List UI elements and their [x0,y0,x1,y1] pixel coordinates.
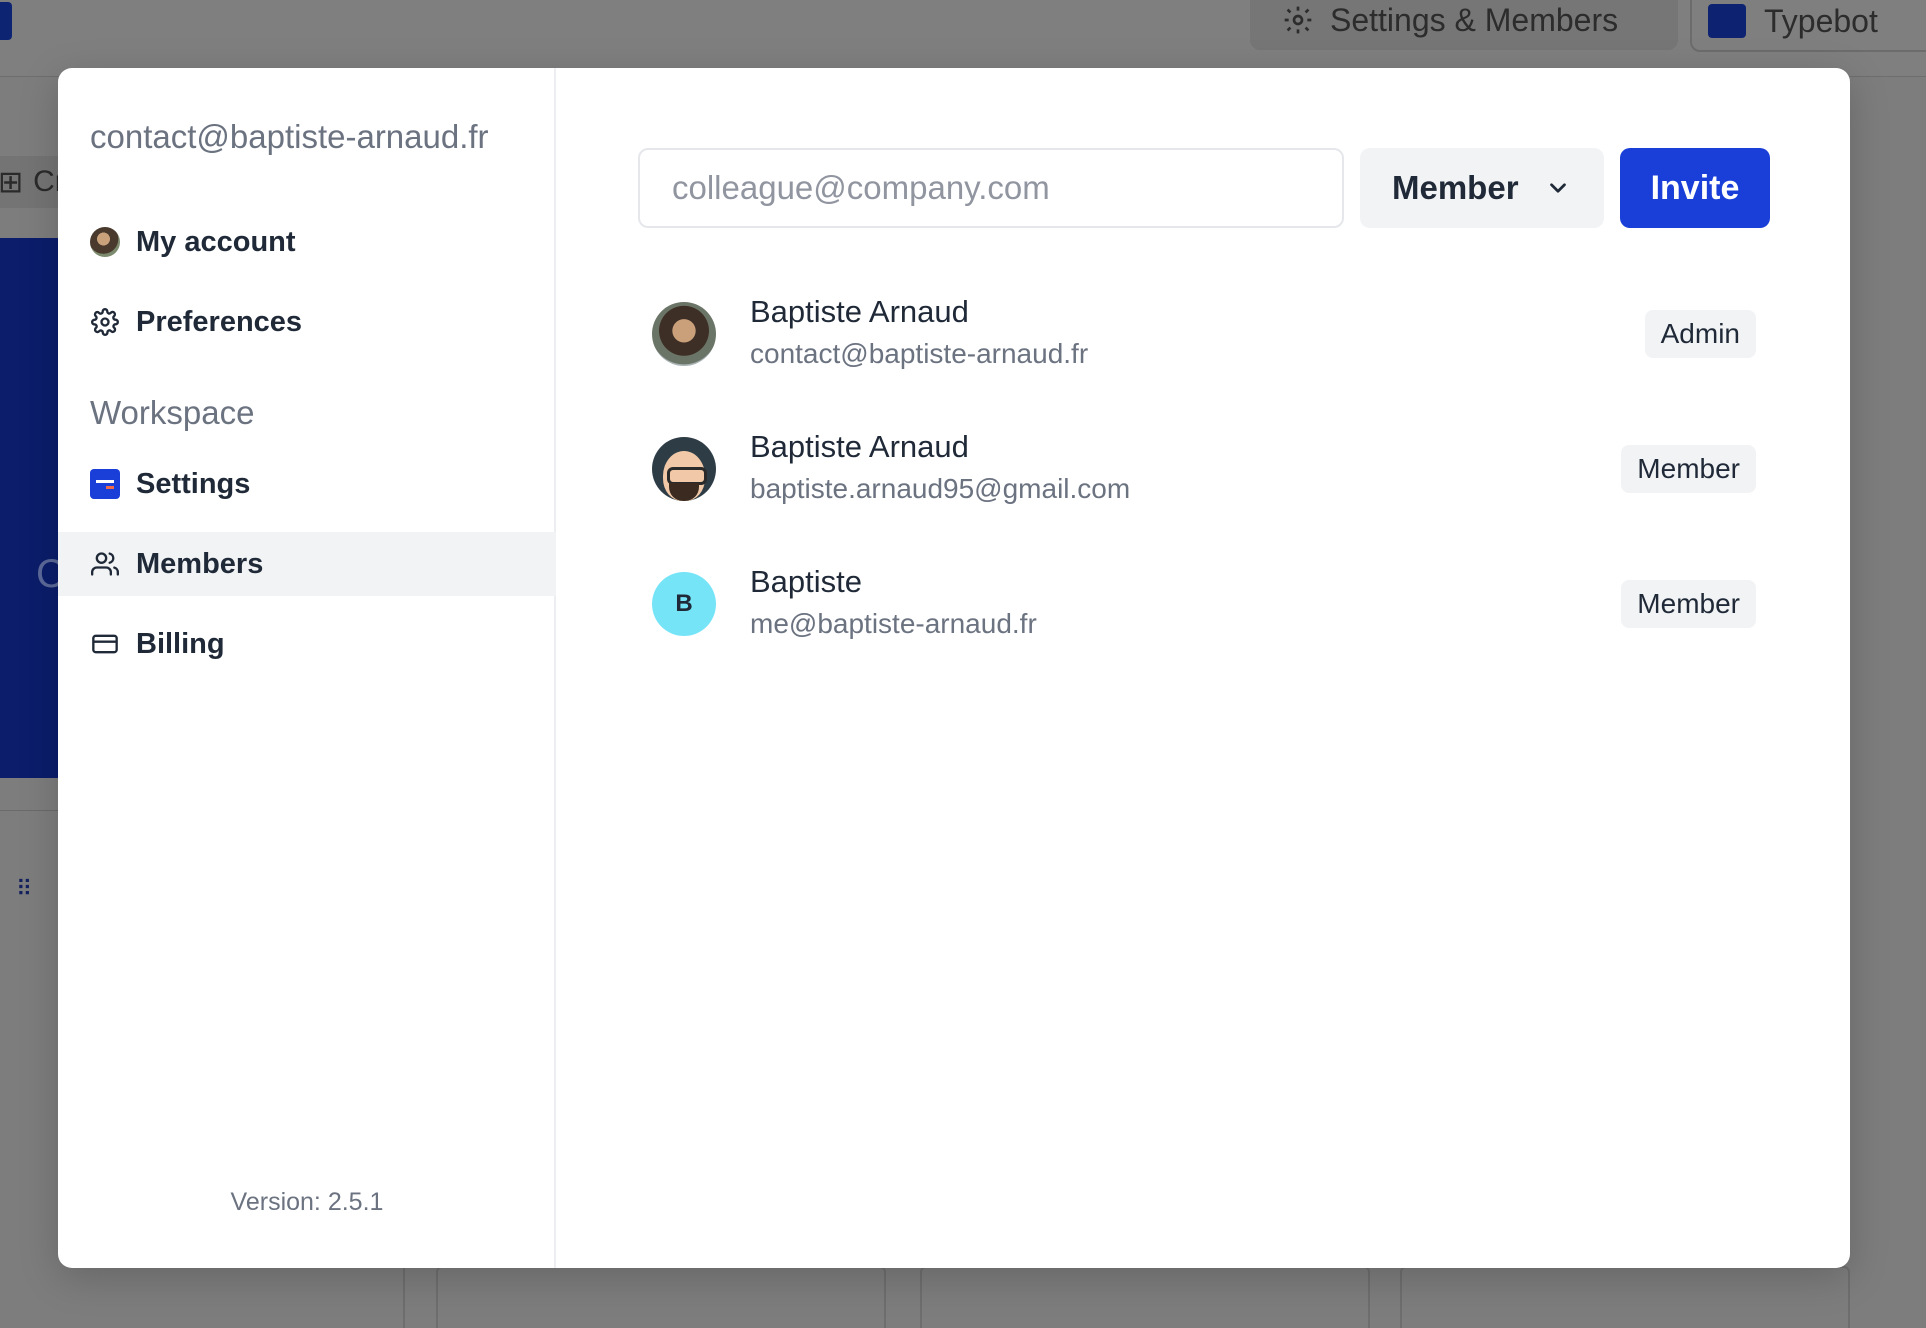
member-row: Baptiste Arnaud contact@baptiste-arnaud.… [652,294,1756,380]
settings-members-label: Settings & Members [1330,1,1619,38]
member-email: contact@baptiste-arnaud.fr [750,338,1089,369]
app-logo-icon [0,2,12,40]
background-topbar: Settings & Members Typebot [0,0,1926,77]
nav-item-label: Preferences [136,305,303,338]
gear-icon [90,307,120,337]
avatar [652,302,716,366]
role-select[interactable]: Member [1360,148,1604,228]
modal-sidebar: contact@baptiste-arnaud.fr My account Pr… [58,68,556,1268]
member-name: Baptiste Arnaud [750,294,969,329]
settings-members-button[interactable]: Settings & Members [1250,0,1678,50]
role-badge[interactable]: Member [1621,445,1756,493]
users-icon [90,549,120,579]
background-blue-panel [0,238,58,778]
members-panel: Member Invite Baptiste Arnaud contact@ba… [558,68,1850,1268]
member-name: Baptiste [750,564,863,599]
nav-item-label: Members [136,547,264,580]
member-email: me@baptiste-arnaud.fr [750,608,1037,639]
background-card [1400,1266,1850,1328]
settings-modal: contact@baptiste-arnaud.fr My account Pr… [58,68,1850,1268]
member-row: Baptiste Arnaud baptiste.arnaud95@gmail.… [652,429,1756,515]
nav-item-members[interactable]: Members [58,532,556,596]
nav-item-billing[interactable]: Billing [58,612,556,676]
app-version: Version: 2.5.1 [230,1188,384,1216]
workspace-switcher-button[interactable]: Typebot [1690,0,1926,52]
credit-card-icon [90,629,120,659]
app-stage: Settings & Members Typebot ⊞ Cr C ⠿ cont… [0,0,1926,1328]
background-card-edge [403,1266,405,1328]
invite-email-input[interactable] [638,148,1344,228]
nav-item-my-account[interactable]: My account [58,210,556,274]
account-email: contact@baptiste-arnaud.fr [90,118,489,155]
plus-square-icon: ⊞ [0,165,24,199]
workspace-logo-icon [90,469,120,499]
nav-item-settings[interactable]: Settings [58,452,556,516]
avatar [652,437,716,501]
nav-item-label: My account [136,225,296,258]
workspace-switcher-label: Typebot [1764,2,1878,39]
background-card [436,1266,886,1328]
nav-item-label: Billing [136,627,225,660]
member-row: B Baptiste me@baptiste-arnaud.fr Member [652,564,1756,650]
invite-button[interactable]: Invite [1620,148,1770,228]
chevron-down-icon [1549,183,1566,193]
avatar [90,227,120,257]
member-email: baptiste.arnaud95@gmail.com [750,473,1131,504]
nav-item-label: Settings [136,467,251,500]
drag-handle-icon: ⠿ [16,876,34,901]
background-card [920,1266,1370,1328]
avatar: B [652,572,716,636]
role-badge[interactable]: Admin [1644,310,1756,358]
role-select-value: Member [1392,169,1519,206]
member-name: Baptiste Arnaud [750,429,969,464]
workspace-logo-icon [1708,4,1746,38]
invite-form: Member Invite [638,148,1770,228]
workspace-section-label: Workspace [90,394,255,431]
background-divider [0,810,58,811]
gear-icon [1284,6,1312,34]
nav-item-preferences[interactable]: Preferences [58,290,556,354]
role-badge[interactable]: Member [1621,580,1756,628]
